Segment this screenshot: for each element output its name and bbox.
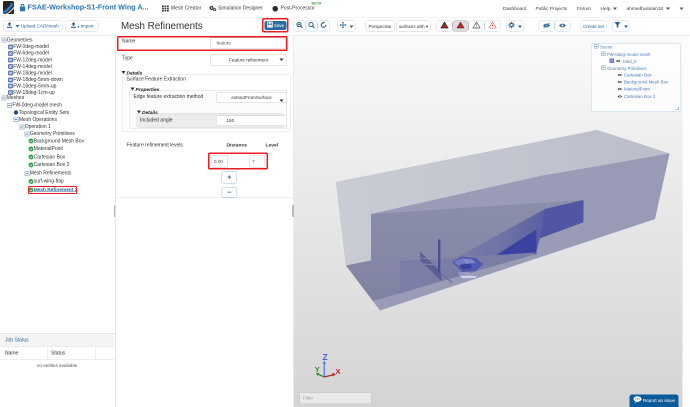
svg-text:X: X (336, 367, 341, 376)
svg-text:Z: Z (323, 352, 328, 362)
svg-text:Y: Y (315, 365, 320, 374)
